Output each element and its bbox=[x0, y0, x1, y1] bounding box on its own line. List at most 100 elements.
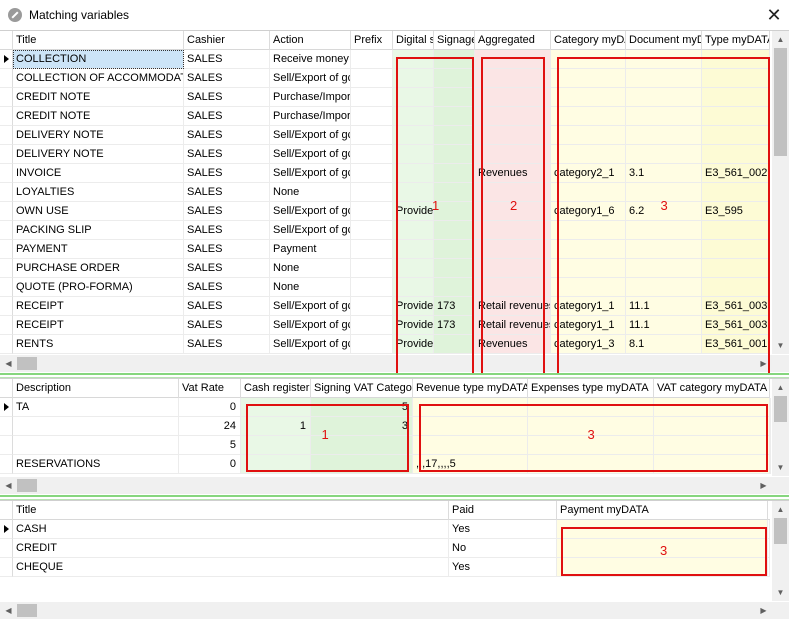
table-cell[interactable] bbox=[475, 278, 551, 297]
table-row[interactable]: TA0 5 8 bbox=[0, 398, 771, 417]
table-row[interactable]: CHEQUEYes 4 bbox=[0, 558, 770, 577]
row-indicator[interactable] bbox=[0, 297, 13, 316]
table-cell[interactable]: Provide bbox=[393, 316, 434, 335]
table-cell[interactable] bbox=[626, 88, 702, 107]
table-cell[interactable] bbox=[551, 221, 626, 240]
column-header[interactable]: Vat Rate bbox=[179, 379, 241, 398]
row-indicator[interactable] bbox=[0, 183, 13, 202]
table-cell[interactable]: 173 bbox=[434, 316, 475, 335]
table-cell[interactable]: QUOTE (PRO-FORMA) bbox=[13, 278, 184, 297]
table-row[interactable]: OWN USE SALES Sell/Export of gc Provide cate… bbox=[0, 202, 770, 221]
scroll-up-icon[interactable]: ▲ bbox=[772, 379, 789, 396]
table-cell[interactable] bbox=[393, 259, 434, 278]
close-button[interactable]: ✕ bbox=[759, 0, 789, 30]
table-cell[interactable] bbox=[551, 145, 626, 164]
table-cell[interactable]: Provide bbox=[393, 335, 434, 354]
table-cell[interactable] bbox=[351, 221, 393, 240]
table-cell[interactable] bbox=[434, 107, 475, 126]
table-cell[interactable] bbox=[393, 145, 434, 164]
table-cell[interactable]: 173 bbox=[434, 297, 475, 316]
table-cell[interactable]: LOYALTIES bbox=[13, 183, 184, 202]
table-cell[interactable]: CHEQUE bbox=[13, 558, 449, 577]
table-cell[interactable] bbox=[626, 126, 702, 145]
document-types-grid[interactable]: Title Cashier Action Prefix Digital s Signage… bbox=[0, 30, 789, 382]
table-row[interactable]: DELIVERY NOTE SALES Sell/Export of gc bbox=[0, 126, 770, 145]
table-row[interactable]: PURCHASE ORDER SALES None bbox=[0, 259, 770, 278]
table-cell[interactable] bbox=[434, 221, 475, 240]
row-indicator[interactable] bbox=[0, 520, 13, 539]
table-cell[interactable]: Revenues bbox=[475, 335, 551, 354]
row-indicator[interactable] bbox=[0, 436, 13, 455]
table-cell[interactable]: RECEIPT bbox=[13, 316, 184, 335]
vertical-scrollbar[interactable]: ▲ ▼ bbox=[772, 31, 789, 354]
table-row[interactable]: DELIVERY NOTE SALES Sell/Export of gc bbox=[0, 145, 770, 164]
column-header[interactable]: Cash register bbox=[241, 379, 311, 398]
table-cell[interactable] bbox=[434, 126, 475, 145]
scroll-up-icon[interactable]: ▲ bbox=[772, 501, 789, 518]
table-cell[interactable] bbox=[413, 436, 528, 455]
column-header[interactable]: Prefix bbox=[351, 31, 393, 50]
table-cell[interactable] bbox=[351, 88, 393, 107]
table-cell[interactable] bbox=[241, 455, 311, 474]
table-cell[interactable]: PACKING SLIP bbox=[13, 221, 184, 240]
table-cell[interactable] bbox=[434, 50, 475, 69]
table-cell[interactable] bbox=[626, 183, 702, 202]
table-cell[interactable]: Yes bbox=[449, 558, 557, 577]
table-cell[interactable] bbox=[626, 50, 702, 69]
payments-grid[interactable]: TitlePaidPayment myDATACASHYes3CREDITNo3… bbox=[0, 500, 789, 619]
table-cell[interactable]: SALES bbox=[184, 69, 270, 88]
table-row[interactable]: RECEIPT SALES Sell/Export of gc Provide 173 R… bbox=[0, 316, 770, 335]
column-header[interactable]: Digital s bbox=[393, 31, 434, 50]
table-cell[interactable] bbox=[702, 183, 770, 202]
table-cell[interactable]: RENTS bbox=[13, 335, 184, 354]
table-cell[interactable] bbox=[702, 107, 770, 126]
table-row[interactable]: COLLECTION OF ACCOMMODATIO SALES Sell/Expo… bbox=[0, 69, 770, 88]
table-cell[interactable]: RECEIPT bbox=[13, 297, 184, 316]
table-cell[interactable] bbox=[351, 259, 393, 278]
table-row[interactable]: CASHYes 3 bbox=[0, 520, 770, 539]
table-cell[interactable]: E3_561_002 bbox=[702, 164, 770, 183]
table-cell[interactable] bbox=[702, 50, 770, 69]
table-cell[interactable] bbox=[702, 278, 770, 297]
table-cell[interactable]: SALES bbox=[184, 259, 270, 278]
scroll-left-icon[interactable]: ◀ bbox=[0, 602, 17, 619]
table-cell[interactable] bbox=[551, 259, 626, 278]
vertical-scrollbar[interactable]: ▲ ▼ bbox=[772, 501, 789, 601]
table-cell[interactable] bbox=[528, 436, 654, 455]
table-cell[interactable] bbox=[654, 455, 770, 474]
table-cell[interactable] bbox=[413, 417, 528, 436]
table-cell[interactable] bbox=[311, 436, 413, 455]
scroll-thumb[interactable] bbox=[17, 479, 37, 492]
table-cell[interactable]: Sell/Export of gc bbox=[270, 126, 351, 145]
table-cell[interactable] bbox=[702, 259, 770, 278]
table-cell[interactable]: None bbox=[270, 278, 351, 297]
table-cell[interactable]: TA bbox=[13, 398, 179, 417]
table-cell[interactable] bbox=[393, 183, 434, 202]
table-cell[interactable]: Sell/Export of gc bbox=[270, 221, 351, 240]
table-cell[interactable] bbox=[241, 436, 311, 455]
table-cell[interactable] bbox=[702, 221, 770, 240]
column-header[interactable]: Payment myDATA bbox=[557, 501, 768, 520]
table-cell[interactable]: 6.2 bbox=[626, 202, 702, 221]
scroll-thumb[interactable] bbox=[774, 48, 787, 156]
table-cell[interactable]: 11.1 bbox=[626, 316, 702, 335]
row-indicator[interactable] bbox=[0, 145, 13, 164]
table-cell[interactable] bbox=[626, 221, 702, 240]
table-cell[interactable] bbox=[351, 164, 393, 183]
row-indicator[interactable] bbox=[0, 240, 13, 259]
table-cell[interactable] bbox=[654, 436, 770, 455]
scroll-up-icon[interactable]: ▲ bbox=[772, 31, 789, 48]
table-cell[interactable]: 0 bbox=[179, 398, 241, 417]
table-cell[interactable]: Payment bbox=[270, 240, 351, 259]
table-cell[interactable] bbox=[351, 107, 393, 126]
table-cell[interactable]: Purchase/Import bbox=[270, 88, 351, 107]
table-cell[interactable] bbox=[551, 69, 626, 88]
table-row[interactable]: INVOICE SALES Sell/Export of gc Revenues cat… bbox=[0, 164, 770, 183]
table-cell[interactable] bbox=[434, 183, 475, 202]
table-cell[interactable] bbox=[551, 278, 626, 297]
table-cell[interactable]: Sell/Export of gc bbox=[270, 316, 351, 335]
scroll-thumb[interactable] bbox=[17, 604, 37, 617]
table-cell[interactable] bbox=[626, 259, 702, 278]
table-cell[interactable]: Sell/Export of gc bbox=[270, 164, 351, 183]
table-cell[interactable] bbox=[393, 50, 434, 69]
